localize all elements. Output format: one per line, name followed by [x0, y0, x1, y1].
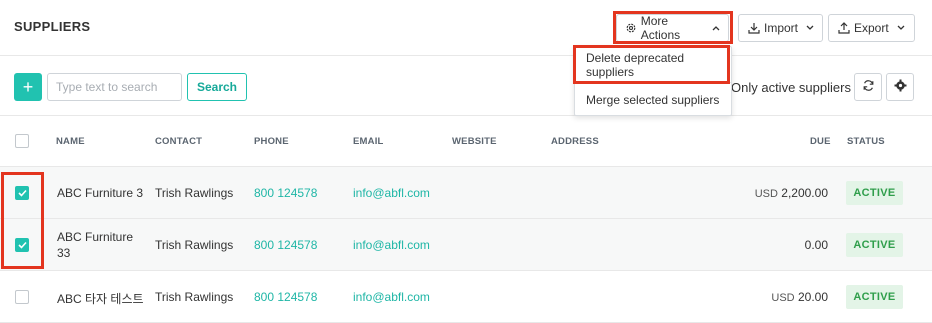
- supplier-name[interactable]: ABC Furniture 3: [57, 186, 143, 200]
- supplier-phone[interactable]: 800 124578: [254, 238, 317, 252]
- search-button[interactable]: Search: [187, 73, 247, 101]
- toolbar: + Search Only active suppliers: [0, 56, 932, 116]
- add-supplier-button[interactable]: +: [14, 73, 42, 101]
- supplier-phone[interactable]: 800 124578: [254, 290, 317, 304]
- settings-button[interactable]: [886, 73, 914, 101]
- checkmark-icon: [17, 241, 27, 249]
- chevron-up-icon: [712, 24, 720, 32]
- download-icon: [747, 21, 761, 35]
- active-suppliers-filter[interactable]: Only active suppliers: [731, 80, 851, 95]
- row-checkbox[interactable]: [15, 186, 29, 200]
- column-header-address[interactable]: ADDRESS: [551, 136, 599, 147]
- table-row[interactable]: ABC 타자 테스트 Trish Rawlings 800 124578 inf…: [0, 271, 932, 323]
- export-label: Export: [854, 21, 889, 35]
- import-label: Import: [763, 21, 798, 35]
- column-header-phone[interactable]: PHONE: [254, 136, 289, 147]
- status-badge: ACTIVE: [846, 233, 903, 257]
- chevron-down-icon: [806, 24, 814, 32]
- supplier-contact: Trish Rawlings: [155, 238, 234, 252]
- column-header-contact[interactable]: CONTACT: [155, 136, 202, 147]
- table-row[interactable]: ABC Furniture 33 Trish Rawlings 800 1245…: [0, 219, 932, 271]
- supplier-email[interactable]: info@abfl.com: [353, 186, 430, 200]
- page-title: SUPPLIERS: [14, 19, 91, 34]
- page-header: SUPPLIERS More Actions Import Export: [0, 0, 932, 56]
- select-all-checkbox[interactable]: [15, 134, 29, 148]
- supplier-due: 0.00: [805, 238, 828, 252]
- import-button[interactable]: Import: [738, 14, 823, 42]
- export-button[interactable]: Export: [828, 14, 915, 42]
- supplier-name[interactable]: ABC Furniture 33: [57, 229, 133, 261]
- search-input[interactable]: [47, 73, 182, 101]
- supplier-name[interactable]: ABC 타자 테스트: [57, 290, 144, 307]
- supplier-contact: Trish Rawlings: [155, 186, 234, 200]
- checkmark-icon: [17, 189, 27, 197]
- due-amount: 2,200.00: [781, 186, 828, 200]
- gear-icon: [894, 79, 907, 95]
- menu-item-merge-selected[interactable]: Merge selected suppliers: [575, 82, 731, 116]
- column-header-status[interactable]: STATUS: [847, 136, 885, 147]
- column-header-name[interactable]: NAME: [56, 136, 85, 147]
- more-actions-label: More Actions: [640, 14, 681, 42]
- supplier-contact: Trish Rawlings: [155, 290, 234, 304]
- supplier-email[interactable]: info@abfl.com: [353, 290, 430, 304]
- chevron-down-icon: [897, 24, 905, 32]
- more-actions-button[interactable]: More Actions: [616, 14, 729, 42]
- due-currency: USD: [771, 292, 795, 304]
- supplier-due: USD 2,200.00: [755, 186, 828, 200]
- supplier-phone[interactable]: 800 124578: [254, 186, 317, 200]
- column-header-due[interactable]: DUE: [810, 136, 831, 147]
- status-badge: ACTIVE: [846, 181, 903, 205]
- supplier-name-line2: 33: [57, 246, 71, 260]
- row-checkbox[interactable]: [15, 290, 29, 304]
- table-header: NAME CONTACT PHONE EMAIL WEBSITE ADDRESS…: [0, 116, 932, 167]
- due-amount: 20.00: [797, 290, 828, 304]
- gear-icon: [625, 21, 638, 35]
- refresh-button[interactable]: [854, 73, 882, 101]
- supplier-name-line1: ABC Furniture: [57, 230, 134, 244]
- refresh-icon: [862, 79, 875, 95]
- column-header-email[interactable]: EMAIL: [353, 136, 384, 147]
- table-row[interactable]: ABC Furniture 3 Trish Rawlings 800 12457…: [0, 167, 932, 219]
- column-header-website[interactable]: WEBSITE: [452, 136, 497, 147]
- upload-icon: [837, 21, 851, 35]
- supplier-email[interactable]: info@abfl.com: [353, 238, 430, 252]
- more-actions-menu: Delete deprecated suppliers Merge select…: [574, 46, 732, 116]
- supplier-due: USD 20.00: [771, 290, 828, 304]
- row-checkbox[interactable]: [15, 238, 29, 252]
- status-badge: ACTIVE: [846, 285, 903, 309]
- due-currency: USD: [754, 188, 778, 200]
- menu-item-delete-deprecated[interactable]: Delete deprecated suppliers: [575, 48, 731, 82]
- due-amount: 0.00: [804, 238, 828, 252]
